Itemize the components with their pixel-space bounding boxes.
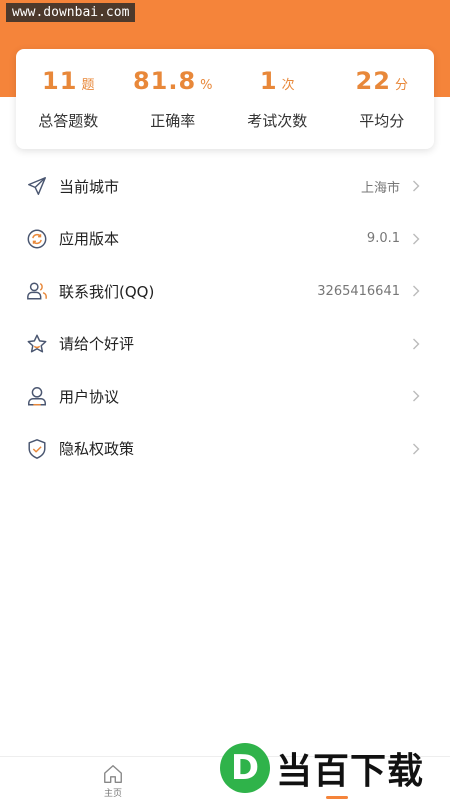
chevron-right-icon <box>412 338 420 350</box>
menu-item-current-city[interactable]: 当前城市 上海市 <box>0 160 450 213</box>
stat-value: 11 <box>42 67 78 95</box>
menu-item-value: 上海市 <box>360 180 400 196</box>
stat-value-row: 22 分 <box>356 67 408 101</box>
send-icon <box>26 175 48 197</box>
stat-label: 正确率 <box>150 112 196 130</box>
menu-item-value: 9.0.1 <box>366 231 400 247</box>
menu-item-value: 3265416641 <box>317 283 400 299</box>
menu-item-contact-us[interactable]: 联系我们(QQ) 3265416641 <box>0 265 450 318</box>
menu-item-label: 联系我们(QQ) <box>59 282 155 301</box>
brand-badge: D <box>220 743 270 793</box>
menu-item-label: 用户协议 <box>59 387 120 406</box>
stat-value-row: 81.8 % <box>133 67 213 101</box>
menu-item-label: 隐私权政策 <box>59 440 135 459</box>
tab-home-label: 主页 <box>103 789 122 799</box>
star-icon <box>26 333 48 355</box>
stat-label: 考试次数 <box>247 112 308 130</box>
menu-item-app-version[interactable]: 应用版本 9.0.1 <box>0 213 450 266</box>
menu-item-privacy-policy[interactable]: 隐私权政策 <box>0 423 450 476</box>
settings-menu: 当前城市 上海市 应用版本 9.0.1 联系我们(QQ) 3265416641 … <box>0 160 450 475</box>
menu-item-user-agreement[interactable]: 用户协议 <box>0 370 450 423</box>
stat-value: 81.8 <box>132 67 197 95</box>
contacts-icon <box>26 280 48 302</box>
stat-unit: 分 <box>394 78 408 93</box>
chevron-right-icon <box>412 180 420 192</box>
stat-exam-count: 1 次 考试次数 <box>225 49 330 149</box>
shield-icon <box>26 438 48 460</box>
stat-value-row: 1 次 <box>260 67 295 101</box>
user-icon <box>26 385 48 407</box>
tab-home[interactable]: 主页 <box>96 763 130 799</box>
stats-card: 11 题 总答题数 81.8 % 正确率 1 次 考试次数 22 分 平均分 <box>16 49 434 149</box>
stat-label: 总答题数 <box>38 112 99 130</box>
stat-value-row: 11 题 <box>42 67 94 101</box>
menu-item-rate-app[interactable]: 请给个好评 <box>0 318 450 371</box>
menu-item-label: 当前城市 <box>59 177 120 196</box>
chevron-right-icon <box>412 390 420 402</box>
site-watermark: www.downbai.com <box>6 3 136 22</box>
stat-average-score: 22 分 平均分 <box>330 49 435 149</box>
stat-unit: % <box>200 78 213 93</box>
stat-value: 1 <box>259 67 278 95</box>
menu-item-label: 应用版本 <box>59 230 120 249</box>
stat-unit: 次 <box>281 78 295 93</box>
home-icon <box>104 765 122 783</box>
chevron-right-icon <box>412 285 420 297</box>
stat-total-questions: 11 题 总答题数 <box>16 49 121 149</box>
refresh-icon <box>26 228 48 250</box>
brand-badge-letter: D <box>230 748 260 788</box>
chevron-right-icon <box>412 443 420 455</box>
stat-accuracy: 81.8 % 正确率 <box>121 49 226 149</box>
tab-active-indicator <box>326 796 348 799</box>
chevron-right-icon <box>412 233 420 245</box>
stat-unit: 题 <box>81 78 95 93</box>
stat-label: 平均分 <box>359 112 405 130</box>
brand-text: 当百下载 <box>276 751 425 792</box>
brand-logo: D 当百下载 <box>220 740 445 796</box>
menu-item-label: 请给个好评 <box>59 335 135 354</box>
stat-value: 22 <box>355 67 391 95</box>
